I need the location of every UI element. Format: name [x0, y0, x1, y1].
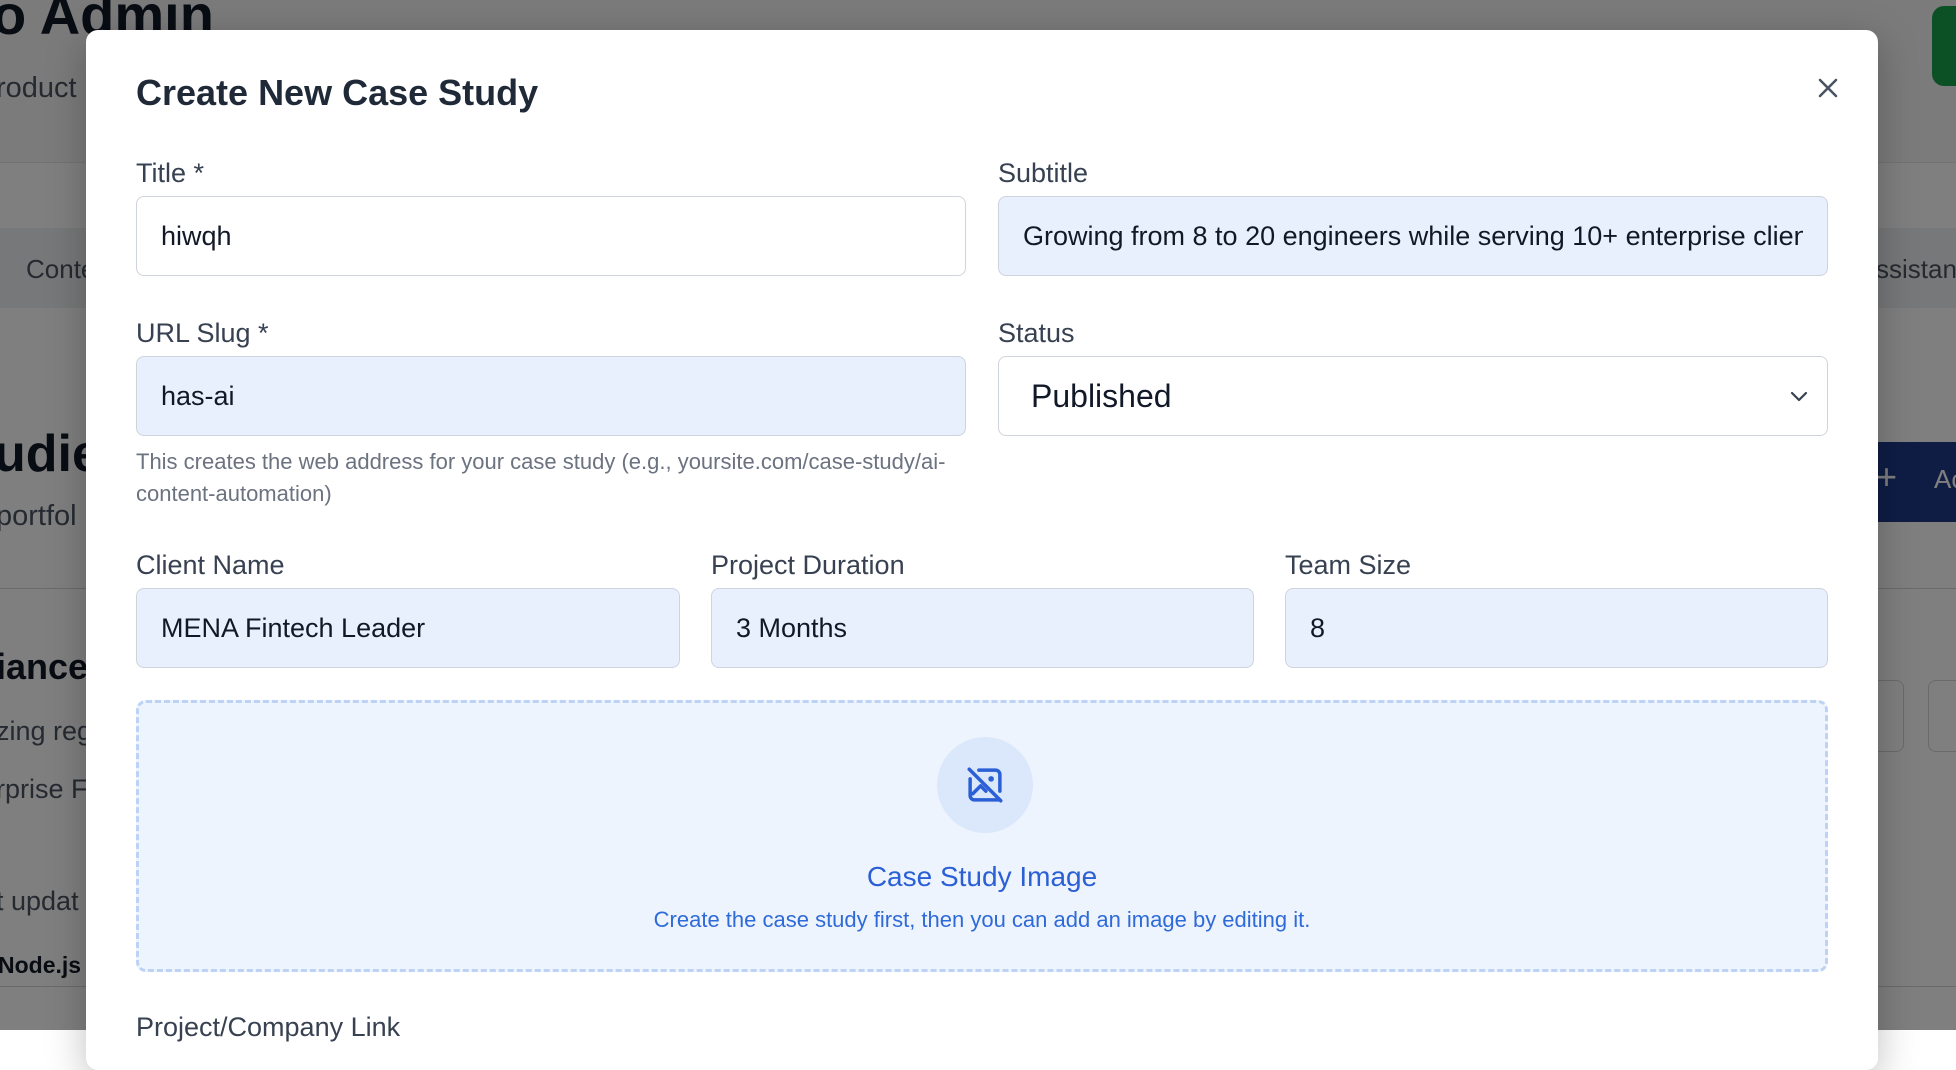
subtitle-label: Subtitle: [998, 158, 1089, 188]
url-slug-input[interactable]: [136, 356, 966, 436]
case-study-image-title: Case Study Image: [866, 861, 1098, 892]
url-slug-help-text: This creates the web address for your ca…: [136, 449, 946, 506]
case-study-image-hint: Create the case study first, then you ca…: [653, 907, 1311, 932]
team-size-label: Team Size: [1285, 550, 1412, 580]
status-label: Status: [998, 318, 1075, 348]
project-duration-label: Project Duration: [711, 550, 905, 580]
team-size-input[interactable]: [1285, 588, 1828, 668]
subtitle-input[interactable]: [998, 196, 1828, 276]
modal-title: Create New Case Study: [136, 72, 539, 113]
image-off-icon: [967, 767, 1003, 803]
close-button[interactable]: [1802, 62, 1854, 114]
title-input[interactable]: [136, 196, 966, 276]
close-icon: [1818, 78, 1838, 98]
status-select-wrapper: Published: [998, 356, 1828, 436]
project-duration-input[interactable]: [711, 588, 1254, 668]
url-slug-label: URL Slug *: [136, 318, 269, 348]
client-name-label: Client Name: [136, 550, 285, 580]
title-label: Title *: [136, 158, 205, 188]
client-name-input[interactable]: [136, 588, 680, 668]
image-icon-badge: [937, 737, 1033, 833]
status-select[interactable]: Published: [998, 356, 1828, 436]
project-link-label: Project/Company Link: [136, 1012, 401, 1042]
case-study-image-dropzone: Case Study Image Create the case study f…: [136, 700, 1828, 972]
